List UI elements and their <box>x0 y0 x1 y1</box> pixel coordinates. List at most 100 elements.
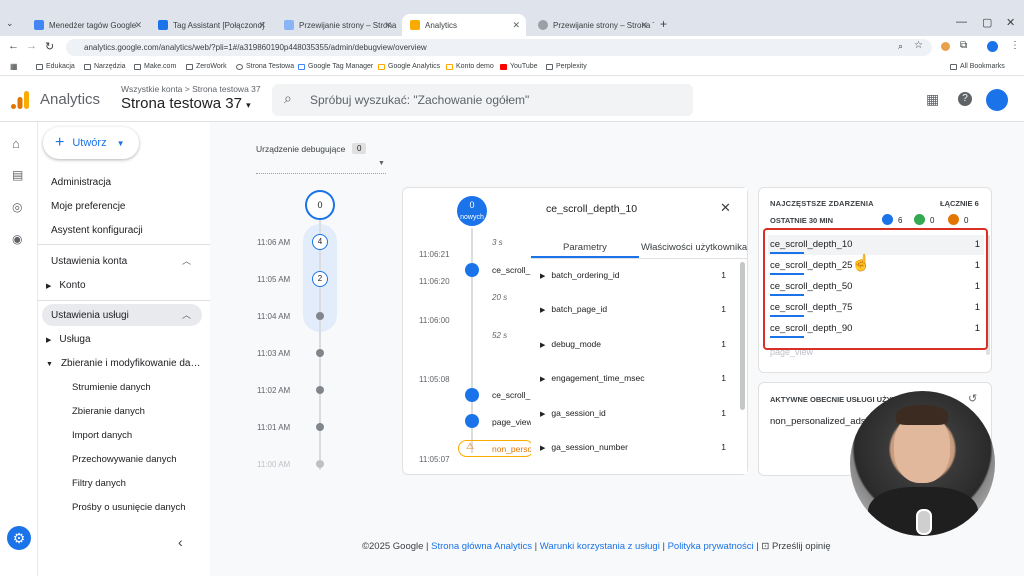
chevron-up-icon[interactable]: ︿ <box>182 308 191 321</box>
apps-icon[interactable]: ▦ <box>10 62 18 71</box>
reload-icon[interactable]: ↻ <box>45 40 54 53</box>
profile-avatar[interactable] <box>987 41 998 52</box>
bookmark-folder[interactable]: ZeroWork <box>186 63 227 70</box>
event-user-icon[interactable] <box>465 388 479 402</box>
event-user-icon[interactable] <box>465 263 479 277</box>
extension-icon[interactable] <box>941 42 950 51</box>
minute-dot[interactable] <box>316 460 324 468</box>
new-tab-button[interactable]: + <box>660 17 667 31</box>
bookmark-folder[interactable]: Make.com <box>134 63 176 70</box>
parameter-row[interactable]: ▶ debug_mode 1 <box>540 339 740 349</box>
bookmark-folder[interactable]: Edukacja <box>36 63 75 70</box>
puzzle-icon[interactable]: ⧉ <box>960 40 967 51</box>
tab-scroll-page-2[interactable]: Przewijanie strony – Strona Tes…✕ <box>530 14 654 36</box>
footer-feedback-link[interactable]: Prześlij opinię <box>772 541 831 552</box>
minute-top-counter[interactable]: 0 <box>305 190 335 220</box>
footer-home-link[interactable]: Strona główna Analytics <box>431 541 532 552</box>
advertising-icon[interactable]: ◉ <box>12 232 22 246</box>
nav-account-settings[interactable]: Ustawienia konta <box>51 256 127 267</box>
maximize-icon[interactable]: ▢ <box>982 16 992 29</box>
tab-scroll-page[interactable]: Przewijanie strony – Strona Tes…✕ <box>276 14 398 36</box>
event-chip[interactable]: page_view <box>492 417 533 427</box>
parameter-row[interactable]: ▶ batch_ordering_id 1 <box>540 270 740 280</box>
nav-account[interactable]: ▶ Konto <box>46 280 86 291</box>
breadcrumb[interactable]: Wszystkie konta > Strona testowa 37 <box>121 84 261 94</box>
tab-tag-assistant[interactable]: Tag Assistant [Połączono] ✕ <box>150 14 272 36</box>
nav-preferences[interactable]: Moje preferencje <box>51 201 125 212</box>
forward-icon[interactable]: → <box>26 40 37 52</box>
apps-grid-icon[interactable]: ▦ <box>926 91 939 108</box>
debug-device-select[interactable] <box>256 158 386 174</box>
active-service-value: non_personalized_ads <box>770 416 866 427</box>
event-user-icon[interactable] <box>465 414 479 428</box>
home-icon[interactable]: ⌂ <box>12 136 20 151</box>
admin-gear-icon[interactable]: ⚙ <box>7 526 31 550</box>
parameter-row[interactable]: ▶ ga_session_id 1 <box>540 408 740 418</box>
bookmark-link[interactable]: YouTube <box>500 63 538 70</box>
nav-data-streams[interactable]: Strumienie danych <box>72 382 151 393</box>
bookmark-link[interactable]: Konto demo <box>446 63 494 70</box>
nav-data-retention[interactable]: Przechowywanie danych <box>72 454 177 465</box>
all-bookmarks[interactable]: All Bookmarks <box>950 63 1005 70</box>
minute-dot[interactable] <box>316 312 324 320</box>
reports-icon[interactable]: ▤ <box>12 168 23 182</box>
search-input[interactable]: Spróbuj wyszukać: "Zachowanie ogółem" <box>272 84 693 116</box>
minute-time: 11:05 AM <box>257 275 291 284</box>
parameter-row[interactable]: ▶ ga_session_number 1 <box>540 442 740 452</box>
window-close-icon[interactable]: ✕ <box>1006 16 1015 29</box>
bookmark-link[interactable]: Strona Testowa <box>236 63 294 70</box>
nav-service[interactable]: ▶ Usługa <box>46 334 91 345</box>
minute-dot[interactable] <box>316 423 324 431</box>
nav-admin[interactable]: Administracja <box>51 177 111 188</box>
back-icon[interactable]: ← <box>8 40 19 52</box>
folder-icon <box>186 63 193 70</box>
chevron-up-icon[interactable]: ︿ <box>182 254 191 267</box>
footer-terms-link[interactable]: Warunki korzystania z usługi <box>540 541 660 552</box>
help-icon[interactable]: ? <box>958 92 972 106</box>
minute-time: 11:06 AM <box>257 238 291 247</box>
minute-dot[interactable] <box>316 349 324 357</box>
new-events-counter[interactable]: 0 nowych <box>457 196 487 226</box>
nav-data-filters[interactable]: Filtry danych <box>72 478 126 489</box>
bookmark-link[interactable]: Perplexity <box>546 63 587 70</box>
minute-time: 11:02 AM <box>257 386 291 395</box>
parameter-row[interactable]: ▶ batch_page_id 1 <box>540 304 740 314</box>
tab-user-properties[interactable]: Właściwości użytkownika <box>641 242 747 253</box>
history-icon[interactable]: ↺ <box>968 392 977 405</box>
minute-dot[interactable] <box>316 386 324 394</box>
star-icon[interactable]: ☆ <box>914 40 923 51</box>
close-icon[interactable]: ✕ <box>134 20 142 31</box>
minimize-icon[interactable]: — <box>956 16 967 28</box>
explore-icon[interactable]: ◎ <box>12 200 22 214</box>
close-icon[interactable]: ✕ <box>720 200 731 216</box>
tab-gtm[interactable]: Menedżer tagów Google ✕ <box>26 14 148 36</box>
nav-data-collection-sub[interactable]: Zbieranie danych <box>72 406 145 417</box>
parameter-row[interactable]: ▶ engagement_time_msec 1 <box>540 373 740 383</box>
close-icon[interactable]: ✕ <box>258 20 266 31</box>
close-icon[interactable]: ✕ <box>640 20 648 31</box>
tab-search-icon[interactable]: ⌄ <box>6 18 14 29</box>
create-button[interactable]: + Utwórz ▼ <box>43 127 139 159</box>
close-icon[interactable]: ✕ <box>384 20 392 31</box>
zoom-icon[interactable]: ⌕ <box>898 41 903 52</box>
nav-deletion-requests[interactable]: Prośby o usunięcie danych <box>72 502 186 513</box>
browser-menu-icon[interactable]: ⋮ <box>1010 40 1020 51</box>
debug-device-count: 0 <box>352 143 367 154</box>
collapse-nav-icon[interactable]: ‹ <box>178 534 183 550</box>
tab-parameters[interactable]: Parametry <box>563 242 607 253</box>
nav-data-collection[interactable]: ▼ Zbieranie i modyfikowanie da… <box>46 358 200 369</box>
bookmark-link[interactable]: Google Tag Manager <box>298 63 373 70</box>
minute-counter[interactable]: 4 <box>312 234 328 250</box>
bookmark-folder[interactable]: Narzędzia <box>84 63 126 70</box>
footer-privacy-link[interactable]: Polityka prywatności <box>668 541 754 552</box>
panel-scrollbar[interactable] <box>740 262 745 410</box>
property-selector[interactable]: Strona testowa 37 ▾ <box>121 95 251 112</box>
nav-data-import[interactable]: Import danych <box>72 430 132 441</box>
bookmark-link[interactable]: Google Analytics <box>378 63 440 70</box>
account-avatar[interactable] <box>986 89 1008 111</box>
nav-setup-assistant[interactable]: Asystent konfiguracji <box>51 225 143 236</box>
minute-counter[interactable]: 2 <box>312 271 328 287</box>
url-field[interactable]: analytics.google.com/analytics/web/?pli=… <box>66 39 932 56</box>
tab-analytics[interactable]: Analytics ✕ <box>402 14 526 36</box>
close-icon[interactable]: ✕ <box>512 20 520 31</box>
